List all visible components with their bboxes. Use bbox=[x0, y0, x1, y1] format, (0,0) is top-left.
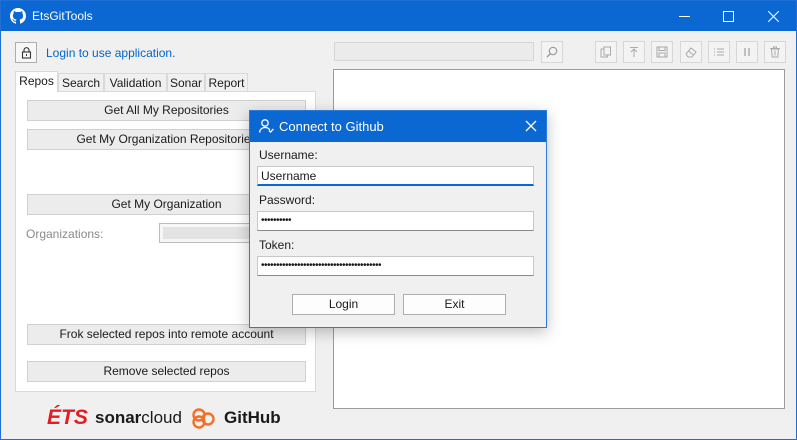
remove-repos-button[interactable]: Remove selected repos bbox=[27, 361, 306, 382]
delete-button[interactable] bbox=[764, 41, 786, 63]
connect-dialog: Connect to Github Username: Username Pas… bbox=[249, 110, 547, 328]
save-icon bbox=[656, 46, 668, 58]
close-button[interactable] bbox=[750, 1, 796, 31]
copy-icon bbox=[600, 46, 611, 58]
upload-icon bbox=[630, 47, 638, 57]
tab-repos[interactable]: Repos bbox=[15, 71, 58, 92]
upload-button[interactable] bbox=[623, 41, 645, 63]
list-icon bbox=[714, 48, 724, 56]
exit-button[interactable]: Exit bbox=[403, 294, 506, 315]
minimize-icon bbox=[678, 15, 690, 17]
window-title: EtsGitTools bbox=[32, 9, 93, 23]
search-input[interactable] bbox=[334, 42, 534, 61]
copy-button[interactable] bbox=[595, 41, 617, 63]
organizations-combo[interactable] bbox=[159, 223, 259, 243]
github-logo: GitHub bbox=[224, 408, 281, 427]
login-link[interactable]: Login to use application. bbox=[46, 46, 175, 60]
sonarcloud-mark bbox=[192, 408, 215, 429]
user-icon bbox=[258, 119, 274, 134]
dialog-title: Connect to Github bbox=[279, 119, 384, 134]
lock-icon bbox=[21, 46, 31, 59]
github-icon bbox=[10, 8, 26, 24]
username-field[interactable]: Username bbox=[257, 166, 534, 186]
pause-icon bbox=[744, 48, 750, 56]
list-button[interactable] bbox=[708, 41, 730, 63]
minimize-button[interactable] bbox=[661, 1, 707, 31]
tab-validation[interactable]: Validation bbox=[104, 73, 167, 91]
dialog-title-bar: Connect to Github bbox=[250, 111, 546, 142]
sonarcloud-logo: sonarcloud bbox=[95, 408, 182, 427]
token-label: Token: bbox=[259, 238, 295, 252]
maximize-icon bbox=[722, 10, 734, 22]
password-label: Password: bbox=[259, 193, 316, 207]
pause-button[interactable] bbox=[736, 41, 758, 63]
login-button[interactable]: Login bbox=[292, 294, 395, 315]
logos: ÉTS sonarcloud GitHub bbox=[47, 406, 281, 429]
eraser-icon bbox=[685, 47, 697, 58]
organizations-label: Organizations: bbox=[26, 227, 104, 241]
ets-logo: ÉTS bbox=[47, 406, 88, 429]
save-button[interactable] bbox=[651, 41, 673, 63]
password-field[interactable]: •••••••••• bbox=[257, 211, 534, 231]
dialog-close-icon[interactable] bbox=[524, 119, 538, 133]
close-icon bbox=[767, 10, 779, 22]
trash-icon bbox=[770, 46, 780, 58]
search-button[interactable] bbox=[541, 41, 563, 63]
tab-report[interactable]: Report bbox=[205, 73, 248, 91]
tab-sonar[interactable]: Sonar bbox=[167, 73, 205, 91]
lock-button[interactable] bbox=[15, 42, 37, 63]
search-icon bbox=[546, 46, 558, 58]
username-label: Username: bbox=[259, 148, 318, 162]
maximize-button[interactable] bbox=[705, 1, 751, 31]
token-field[interactable]: •••••••••••••••••••••••••••••••••••••••• bbox=[257, 256, 534, 276]
title-bar: EtsGitTools bbox=[1, 1, 796, 31]
tab-search[interactable]: Search bbox=[58, 73, 104, 91]
erase-button[interactable] bbox=[680, 41, 702, 63]
